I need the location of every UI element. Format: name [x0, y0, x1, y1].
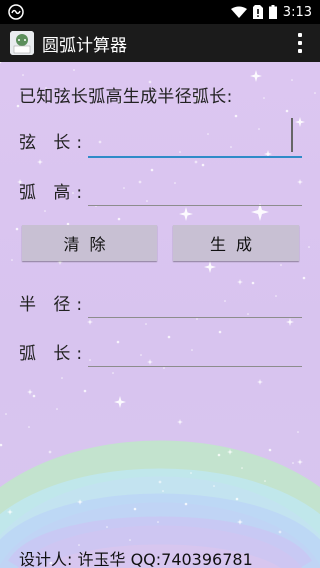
- sparkle: [158, 480, 162, 484]
- sparkle: [286, 318, 294, 326]
- main-content: 已知弦长弧高生成半径弧长: 弦 长: 弧 高: 清除 生成 半 径: 弧 长: …: [0, 62, 320, 568]
- sparkle-dot: [117, 217, 121, 221]
- sparkle-dot: [56, 408, 58, 410]
- sparkle: [204, 261, 216, 273]
- sparkle-dot: [218, 330, 222, 334]
- clear-button[interactable]: 清除: [22, 225, 157, 261]
- arc-length-output[interactable]: [88, 338, 302, 367]
- sparkle: [297, 459, 303, 465]
- sparkle-dot: [251, 281, 255, 285]
- sparkle-dot: [263, 97, 265, 99]
- sparkle-dot: [190, 472, 192, 474]
- sparkle: [227, 449, 233, 455]
- radius-label: 半 径:: [19, 295, 89, 315]
- sparkle-dot: [297, 431, 299, 433]
- status-bar: 3:13: [0, 0, 320, 24]
- app-title: 圆弧计算器: [42, 35, 127, 56]
- sparkle: [27, 389, 33, 395]
- sparkle-dot: [163, 367, 165, 369]
- sparkle-dot: [129, 539, 131, 541]
- sparkle-dot: [234, 114, 238, 118]
- battery-icon: [268, 5, 277, 19]
- sparkle-dot: [11, 259, 13, 261]
- sparkle-dot: [196, 318, 198, 320]
- sparkle-dot: [201, 163, 205, 167]
- sparkle-dot: [150, 168, 154, 172]
- arc-height-label: 弧 高:: [19, 183, 89, 203]
- sparkle-dot: [292, 462, 294, 464]
- chord-input[interactable]: [88, 128, 302, 158]
- sparkle-dot: [15, 227, 19, 231]
- sparkle: [194, 160, 198, 164]
- sparkle-dot: [235, 497, 239, 501]
- sparkle-dot: [5, 413, 7, 415]
- overflow-menu-icon[interactable]: [298, 33, 302, 53]
- notification-area: [8, 4, 24, 20]
- sparkle-dot: [314, 92, 316, 94]
- sparkle-dot: [106, 526, 108, 528]
- status-time: 3:13: [282, 4, 312, 20]
- sparkle-dot: [291, 79, 293, 81]
- sparkle: [177, 419, 183, 425]
- sync-icon: [8, 4, 24, 20]
- sparkle-dot: [22, 74, 24, 76]
- form-heading: 已知弦长弧高生成半径弧长:: [19, 87, 233, 107]
- sparkle-dot: [280, 264, 282, 266]
- sparkle-dot: [83, 389, 87, 393]
- sparkle: [257, 379, 263, 385]
- sparkle: [114, 396, 126, 408]
- arc-height-input[interactable]: [88, 177, 302, 206]
- sparkle-dot: [0, 443, 3, 447]
- generate-button[interactable]: 生成: [173, 225, 299, 261]
- sparkle: [237, 519, 243, 525]
- chord-label: 弦 长:: [19, 133, 89, 153]
- sparkle-dot: [44, 210, 46, 212]
- sparkle-dot: [61, 377, 63, 379]
- sparkle-dot: [213, 485, 215, 487]
- sparkle-dot: [268, 448, 272, 452]
- sparkle: [87, 319, 93, 325]
- sparkle: [295, 117, 305, 127]
- sparkle: [48, 450, 52, 454]
- sparkle-dot: [28, 426, 30, 428]
- sparkle-dot: [133, 507, 137, 511]
- sparkle-dot: [217, 453, 221, 457]
- sparkle-dot: [73, 69, 75, 71]
- radius-output[interactable]: [88, 289, 302, 318]
- sparkle: [37, 159, 43, 165]
- sparkle-dot: [112, 372, 114, 374]
- sparkle-dot: [241, 467, 243, 469]
- sparkle-dot: [285, 109, 289, 113]
- sparkle: [7, 509, 13, 515]
- wifi-icon: [230, 6, 247, 18]
- sparkle: [179, 207, 193, 221]
- sparkle-dot: [145, 323, 147, 325]
- app-logo-icon: [10, 31, 34, 55]
- sparkle: [250, 70, 262, 82]
- sparkle-dot: [157, 521, 159, 523]
- designer-credit: 设计人: 许玉华 QQ:740396781: [19, 550, 253, 568]
- sparkle-dot: [32, 394, 36, 398]
- app-bar: 圆弧计算器: [0, 24, 320, 62]
- sparkle-dot: [308, 246, 310, 248]
- sparkle-dot: [184, 502, 188, 506]
- text-cursor: [291, 118, 293, 152]
- sparkle: [278, 530, 282, 534]
- sparkle-dot: [0, 62, 2, 64]
- no-sim-icon: [252, 5, 263, 19]
- arc-length-label: 弧 长:: [19, 344, 89, 364]
- sparkle: [77, 499, 83, 505]
- sparkle-dot: [162, 490, 164, 492]
- sparkle-dot: [264, 480, 266, 482]
- sparkle-dot: [302, 276, 306, 280]
- sparkle: [237, 279, 243, 285]
